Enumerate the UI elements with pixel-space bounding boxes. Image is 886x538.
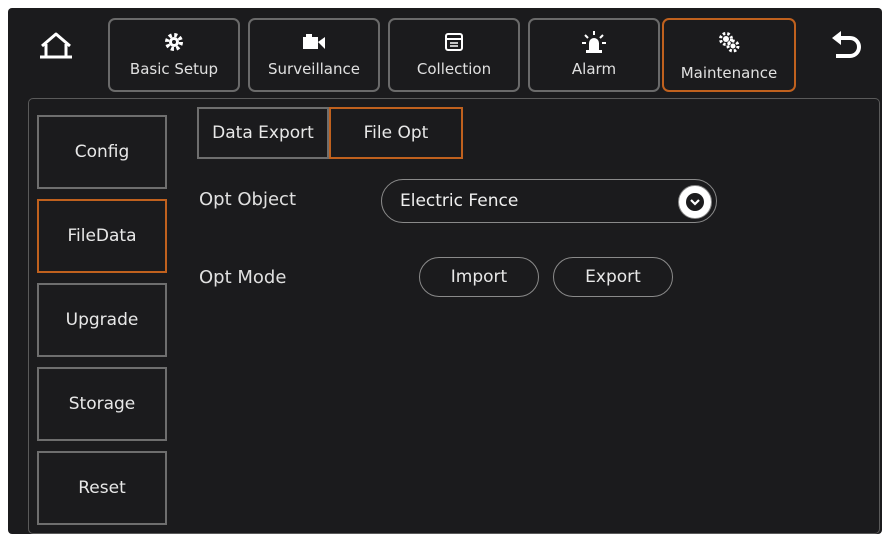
sidebar-item-reset[interactable]: Reset (37, 451, 167, 525)
sidebar-item-label: Reset (78, 478, 126, 498)
maintenance-icon (719, 32, 740, 53)
opt-mode-label: Opt Mode (199, 267, 287, 288)
top-navigation: Basic Setup Surveillance Collection Alar… (8, 8, 882, 94)
tab-data-export[interactable]: Data Export (197, 107, 329, 159)
tab-label: Basic Setup (129, 60, 219, 78)
collection-icon (445, 33, 463, 51)
chevron-down-icon (686, 193, 704, 211)
tab-label: Alarm (571, 60, 617, 78)
tab-label: Surveillance (268, 60, 360, 78)
back-button[interactable] (826, 26, 866, 66)
tab-label: Maintenance (680, 64, 778, 82)
alarm-icon (582, 31, 606, 53)
gear-icon (165, 33, 183, 51)
tab-label: File Opt (363, 123, 429, 143)
opt-object-label: Opt Object (199, 189, 296, 210)
sidebar-item-label: Storage (68, 394, 136, 414)
tab-maintenance[interactable]: Maintenance (662, 18, 796, 92)
tab-label: Data Export (212, 123, 314, 143)
tab-collection[interactable]: Collection (388, 18, 520, 92)
import-label: Import (450, 267, 508, 287)
opt-object-value: Electric Fence (400, 191, 519, 211)
tab-label: Collection (416, 60, 492, 78)
tab-alarm[interactable]: Alarm (528, 18, 660, 92)
export-button[interactable]: Export (553, 257, 673, 297)
import-button[interactable]: Import (419, 257, 539, 297)
export-label: Export (585, 267, 641, 287)
sidebar-item-config[interactable]: Config (37, 115, 167, 189)
content-panel: Config FileData Upgrade Storage Reset Da… (28, 98, 880, 534)
home-icon (40, 32, 72, 59)
tab-file-opt[interactable]: File Opt (329, 107, 463, 159)
dvr-screen: Basic Setup Surveillance Collection Alar… (8, 8, 882, 534)
sidebar-item-label: Config (74, 142, 130, 162)
tab-basic-setup[interactable]: Basic Setup (108, 18, 240, 92)
opt-object-select[interactable]: Electric Fence (381, 179, 717, 223)
home-button[interactable] (36, 26, 76, 66)
sidebar-item-label: Upgrade (65, 310, 139, 330)
sidebar-item-label: FileData (67, 226, 137, 246)
dropdown-button[interactable] (678, 185, 712, 219)
tab-surveillance[interactable]: Surveillance (248, 18, 380, 92)
sidebar-item-filedata[interactable]: FileData (37, 199, 167, 273)
camera-icon (303, 34, 325, 49)
sidebar-item-storage[interactable]: Storage (37, 367, 167, 441)
sidebar-item-upgrade[interactable]: Upgrade (37, 283, 167, 357)
back-arrow-icon (832, 31, 861, 58)
